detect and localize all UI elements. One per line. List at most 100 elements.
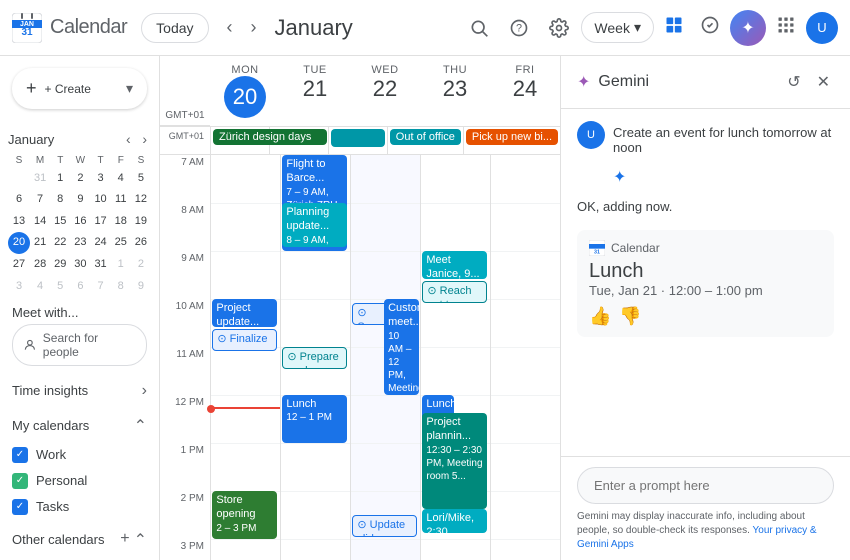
mini-day[interactable]: 11 <box>111 189 131 210</box>
gemini-button[interactable]: ✦ <box>730 10 766 46</box>
mini-day[interactable]: 31 <box>90 254 110 275</box>
mini-day[interactable]: 5 <box>131 168 151 189</box>
wed-allday-marker[interactable] <box>331 129 385 147</box>
pick-up-event[interactable]: Pick up new bi... <box>466 129 558 145</box>
update-slide-event[interactable]: ⊙ Update slide <box>352 515 417 537</box>
day-header-fri[interactable]: FRI 24 <box>490 56 560 126</box>
mini-day[interactable]: 2 <box>131 254 151 275</box>
mini-day[interactable]: 1 <box>50 168 70 189</box>
day-header-mon[interactable]: MON 20 <box>210 56 280 126</box>
mini-day[interactable]: 12 <box>131 189 151 210</box>
gemini-prompt-input[interactable] <box>577 467 834 504</box>
personal-checkbox[interactable]: ✓ <box>12 473 28 489</box>
mini-day[interactable]: 4 <box>30 276 50 297</box>
mini-day[interactable]: 2 <box>70 168 90 189</box>
week-view-dropdown[interactable]: Week ▾ <box>581 12 654 43</box>
gemini-history-button[interactable]: ↺ <box>783 68 804 96</box>
apps-button[interactable] <box>770 9 802 47</box>
mini-day[interactable]: 13 <box>8 211 30 232</box>
day-col-fri[interactable] <box>490 155 560 560</box>
day-col-wed[interactable]: ⊙ Summarize fi... Customer meet... 10 AM… <box>350 155 420 560</box>
today-button[interactable]: Today <box>141 13 208 43</box>
mini-day[interactable]: 7 <box>30 189 50 210</box>
day-col-mon[interactable]: Project update... ⊙ Finalize pres... Sto… <box>210 155 280 560</box>
mini-day[interactable]: 27 <box>8 254 30 275</box>
mini-day[interactable]: 3 <box>90 168 110 189</box>
store-opening-event[interactable]: Store opening 2 – 3 PM <box>212 491 277 539</box>
zurich-design-days-event[interactable]: Zürich design days <box>213 129 327 145</box>
project-planning-event[interactable]: Project plannin... 12:30 – 2:30 PM, Meet… <box>422 413 487 509</box>
lunch-event[interactable]: Lunch 12 – 1 PM <box>282 395 347 443</box>
tasks-view-button[interactable] <box>694 9 726 46</box>
project-update-event[interactable]: Project update... <box>212 299 277 327</box>
lori-mike-event[interactable]: Lori/Mike, 2:30 <box>422 509 487 533</box>
day-col-thu[interactable]: Meet Janice, 9... ⊙ Reach out to... Lunc… <box>420 155 490 560</box>
gemini-close-button[interactable]: ✕ <box>813 68 834 96</box>
mini-day[interactable]: 8 <box>111 276 131 297</box>
mini-day[interactable]: 6 <box>8 189 30 210</box>
prepare-work-event[interactable]: ⊙ Prepare work... <box>282 347 347 369</box>
mini-day[interactable]: 3 <box>8 276 30 297</box>
day-col-tue[interactable]: Flight to Barce... 7 – 9 AM, Zürich ZRH … <box>280 155 350 560</box>
tasks-checkbox[interactable]: ✓ <box>12 499 28 515</box>
mini-day[interactable]: 24 <box>90 232 110 254</box>
other-calendars-section[interactable]: Other calendars + ⌃ <box>0 522 159 554</box>
customer-meeting-event[interactable]: Customer meet... 10 AM – 12 PM, Meeting … <box>384 299 419 395</box>
day-header-wed[interactable]: WED 22 <box>350 56 420 126</box>
finalize-pres-event[interactable]: ⊙ Finalize pres... <box>212 329 277 351</box>
mini-day[interactable]: 5 <box>50 276 70 297</box>
reach-out-event[interactable]: ⊙ Reach out to... <box>422 281 487 303</box>
help-button[interactable]: ? <box>501 10 537 46</box>
mini-day[interactable]: 29 <box>50 254 70 275</box>
search-button[interactable] <box>461 10 497 46</box>
mini-day[interactable]: 22 <box>50 232 70 254</box>
mini-day[interactable]: 26 <box>131 232 151 254</box>
mini-cal-next[interactable]: › <box>138 129 151 149</box>
meet-janice-event[interactable]: Meet Janice, 9... <box>422 251 487 279</box>
mini-cal-prev[interactable]: ‹ <box>122 129 135 149</box>
mini-day[interactable]: 16 <box>70 211 90 232</box>
mini-day[interactable]: 31 <box>30 168 50 189</box>
mini-day[interactable]: 9 <box>131 276 151 297</box>
mini-day[interactable]: 4 <box>111 168 131 189</box>
my-calendars-section[interactable]: My calendars ⌃ <box>0 408 159 440</box>
mini-day[interactable] <box>8 168 30 189</box>
mini-day[interactable]: 8 <box>50 189 70 210</box>
settings-button[interactable] <box>541 10 577 46</box>
next-arrow[interactable]: › <box>243 11 265 44</box>
mini-day[interactable]: 28 <box>30 254 50 275</box>
mini-day[interactable]: 30 <box>70 254 90 275</box>
svg-text:31: 31 <box>594 249 600 255</box>
grid-view-button[interactable] <box>658 9 690 46</box>
mini-day[interactable]: 7 <box>90 276 110 297</box>
day-header-tue[interactable]: TUE 21 <box>280 56 350 126</box>
avatar[interactable]: U <box>806 12 838 44</box>
prev-arrow[interactable]: ‹ <box>219 11 241 44</box>
mini-day-today[interactable]: 20 <box>8 232 30 254</box>
thumbdown-button[interactable]: 👎 <box>619 306 641 327</box>
cal-item-personal[interactable]: ✓ Personal <box>0 470 159 492</box>
thumbup-button[interactable]: 👍 <box>589 306 611 327</box>
mini-day[interactable]: 18 <box>111 211 131 232</box>
out-of-office-event[interactable]: Out of office <box>390 129 461 145</box>
planning-update-event[interactable]: Planning update... 8 – 9 AM, Confe... <box>282 203 347 247</box>
mini-day[interactable]: 19 <box>131 211 151 232</box>
mini-day[interactable]: 6 <box>70 276 90 297</box>
mini-day[interactable]: 9 <box>70 189 90 210</box>
add-other-cal-icon[interactable]: + <box>120 530 129 550</box>
mini-day[interactable]: 23 <box>70 232 90 254</box>
mini-day[interactable]: 17 <box>90 211 110 232</box>
mini-day[interactable]: 21 <box>30 232 50 254</box>
work-checkbox[interactable]: ✓ <box>12 447 28 463</box>
cal-item-tasks[interactable]: ✓ Tasks <box>0 496 159 518</box>
time-insights-section[interactable]: Time insights › <box>0 374 159 404</box>
mini-day[interactable]: 14 <box>30 211 50 232</box>
cal-item-work[interactable]: ✓ Work <box>0 444 159 466</box>
mini-day[interactable]: 1 <box>111 254 131 275</box>
create-button[interactable]: + + Create ▾ <box>12 68 147 109</box>
mini-day[interactable]: 15 <box>50 211 70 232</box>
mini-day[interactable]: 25 <box>111 232 131 254</box>
day-header-thu[interactable]: THU 23 <box>420 56 490 126</box>
search-people-input[interactable]: Search for people <box>12 324 147 366</box>
mini-day[interactable]: 10 <box>90 189 110 210</box>
